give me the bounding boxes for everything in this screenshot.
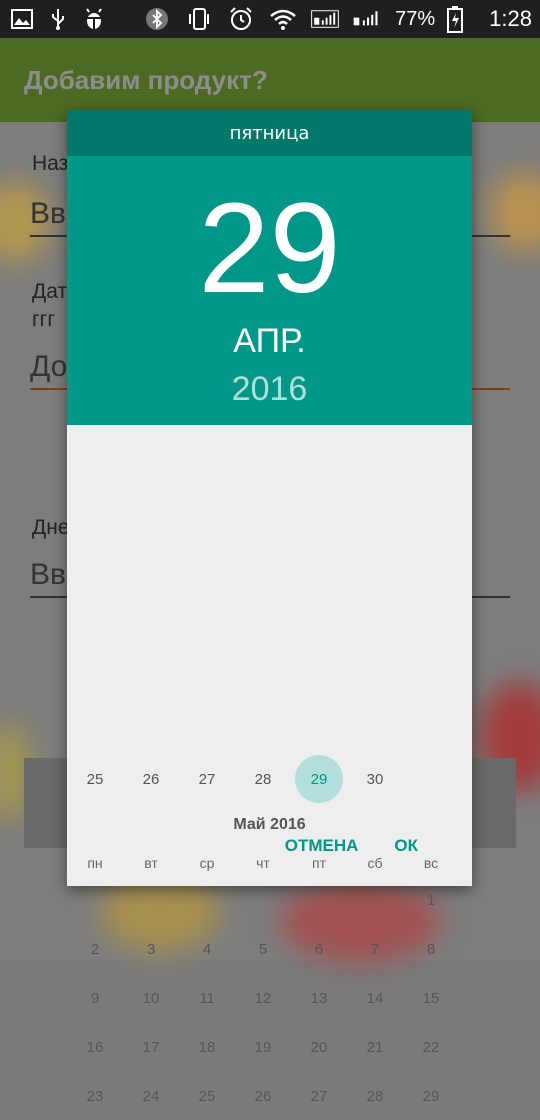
selected-year[interactable]: 2016	[67, 370, 472, 409]
calendar-day[interactable]: 26	[127, 755, 175, 803]
calendar-day[interactable]: 27	[183, 755, 231, 803]
calendar-day[interactable]: 28	[351, 1072, 399, 1120]
calendar-day[interactable]: 20	[295, 1023, 343, 1071]
ok-button[interactable]: ОК	[394, 836, 418, 856]
calendar-day[interactable]: 25	[183, 1072, 231, 1120]
name-label: Наз	[32, 152, 69, 175]
selected-month[interactable]: АПР.	[67, 322, 472, 361]
calendar-day[interactable]: 17	[127, 1023, 175, 1071]
battery-percent: 77%	[395, 7, 436, 30]
calendar-week-april: 25 26 27 28 29 30	[67, 755, 472, 803]
calendar-day[interactable]: 1	[407, 876, 455, 924]
calendar-day[interactable]: 9	[71, 974, 119, 1022]
calendar-day[interactable]: 26	[239, 1072, 287, 1120]
calendar-day[interactable]: 8	[407, 925, 455, 973]
selected-day[interactable]: 29	[67, 174, 472, 324]
signal-sim2-icon	[353, 5, 381, 33]
cancel-button[interactable]: ОТМЕНА	[285, 836, 359, 856]
calendar-day[interactable]: 19	[239, 1023, 287, 1071]
selected-weekday: пятница	[67, 110, 472, 156]
alarm-icon	[227, 5, 255, 33]
calendar-week: 2345678	[67, 925, 472, 973]
calendar-day[interactable]: 6	[295, 925, 343, 973]
dialog-actions: ОТМЕНА ОК	[285, 836, 472, 856]
calendar-day[interactable]: 28	[239, 755, 287, 803]
battery-charging-icon	[441, 5, 469, 33]
date-label: Дат	[32, 280, 68, 303]
calendar-day[interactable]: 2	[71, 925, 119, 973]
calendar-day[interactable]: 14	[351, 974, 399, 1022]
date-format-label: ггг	[32, 308, 55, 331]
month-title: Май 2016	[233, 816, 306, 833]
calendar-day[interactable]: 10	[127, 974, 175, 1022]
calendar-day[interactable]: 30	[351, 755, 399, 803]
wifi-icon	[269, 5, 297, 33]
calendar-day[interactable]: 11	[183, 974, 231, 1022]
android-debug-icon	[80, 5, 108, 33]
calendar-day[interactable]: 25	[71, 755, 119, 803]
calendar-week: 23 24 25 26 27 28 29	[67, 1072, 472, 1120]
calendar-day[interactable]: 18	[183, 1023, 231, 1071]
calendar-day[interactable]: 16	[71, 1023, 119, 1071]
calendar-day[interactable]: 12	[239, 974, 287, 1022]
calendar-day[interactable]: 3	[127, 925, 175, 973]
calendar-week: 16 17 18 19 20 21 22	[67, 1023, 472, 1071]
date-picker-header: пятница 29 АПР. 2016	[67, 110, 472, 425]
vibrate-icon	[185, 5, 213, 33]
calendar-day[interactable]: 24	[127, 1072, 175, 1120]
calendar-day[interactable]: 15	[407, 974, 455, 1022]
date-picker-dialog: пятница 29 АПР. 2016 25 26 27 28 29 30 Май 201…	[67, 110, 472, 1105]
usb-icon	[44, 5, 72, 33]
status-bar: 77% 1:28	[0, 0, 540, 38]
app-title: Добавим продукт?	[24, 64, 268, 95]
bluetooth-icon	[143, 5, 171, 33]
calendar-day[interactable]: 22	[407, 1023, 455, 1071]
calendar-week: 9 10 11 12 13 14 15	[67, 974, 472, 1022]
calendar-week: 1	[67, 876, 472, 924]
calendar-day[interactable]: 21	[351, 1023, 399, 1071]
calendar-day[interactable]: 7	[351, 925, 399, 973]
calendar-day[interactable]: 13	[295, 974, 343, 1022]
calendar-day[interactable]: 4	[183, 925, 231, 973]
clock: 1:28	[489, 6, 532, 31]
calendar-day[interactable]: 29	[407, 1072, 455, 1120]
signal-sim1-icon	[311, 5, 339, 33]
calendar-day-selected[interactable]: 29	[295, 755, 343, 803]
gallery-icon	[8, 5, 36, 33]
calendar-day[interactable]: 27	[295, 1072, 343, 1120]
calendar-day[interactable]: 23	[71, 1072, 119, 1120]
days-label: Дне	[32, 516, 70, 539]
calendar-day[interactable]: 5	[239, 925, 287, 973]
